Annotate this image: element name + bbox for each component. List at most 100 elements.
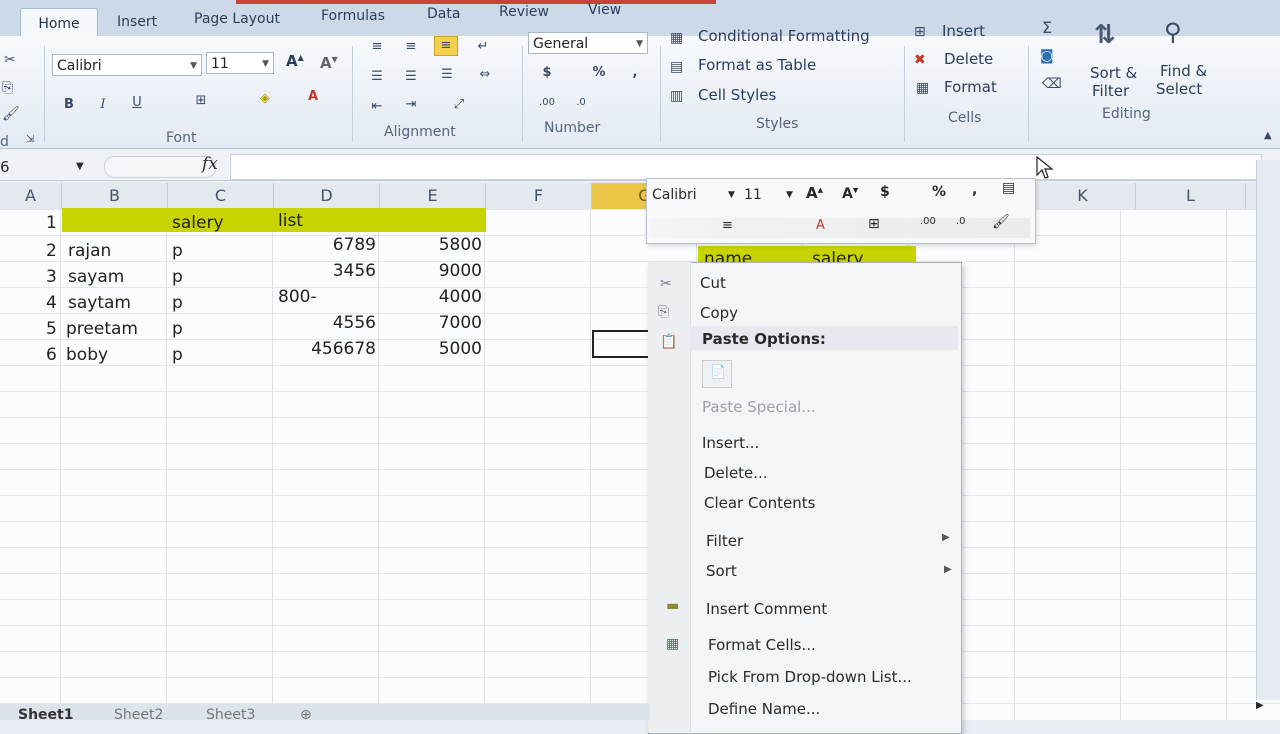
menu-item-filter[interactable]: Filter (706, 532, 743, 550)
cell-e3[interactable]: 9000 (380, 258, 482, 284)
format-painter-icon[interactable]: 🖌 (2, 106, 20, 122)
mini-increase-decimal-icon[interactable]: .00 (920, 216, 936, 227)
menu-item-clear-contents[interactable]: Clear Contents (704, 494, 815, 512)
cell-styles-button[interactable]: Cell Styles (698, 86, 776, 104)
column-header-f[interactable]: F (486, 183, 592, 209)
font-size-combo[interactable]: 11 ▼ (206, 52, 274, 74)
mini-grow-font-icon[interactable]: A▲ (806, 184, 823, 202)
sort-filter-label-2[interactable]: Filter (1092, 82, 1129, 100)
cell-c2[interactable]: p (172, 238, 183, 264)
formula-input[interactable] (230, 154, 1262, 180)
cell-b5[interactable]: preetam (66, 316, 138, 342)
mini-decrease-decimal-icon[interactable]: .0 (956, 216, 966, 227)
cell-d1[interactable]: list (278, 208, 303, 234)
comma-icon[interactable]: , (624, 64, 646, 82)
mini-format-painter-icon[interactable]: 🖌 (992, 214, 1010, 230)
menu-item-copy[interactable]: Copy (700, 304, 738, 322)
cell-e2[interactable]: 5800 (380, 232, 482, 258)
align-bottom-icon[interactable]: ≡ (434, 36, 458, 56)
mini-comma-icon[interactable]: , (972, 182, 977, 198)
tab-home[interactable]: Home (20, 8, 98, 39)
percent-icon[interactable]: % (588, 64, 610, 82)
sort-filter-label-1[interactable]: Sort & (1090, 64, 1137, 82)
menu-item-cut[interactable]: Cut (700, 274, 726, 292)
name-box[interactable]: 6 ▼ (0, 156, 92, 178)
scroll-right-icon[interactable]: ▶ (1256, 700, 1264, 711)
tab-view[interactable]: View (588, 2, 621, 18)
menu-item-pick-list[interactable]: Pick From Drop-down List... (708, 668, 912, 686)
cell-c5[interactable]: p (172, 316, 183, 342)
cell-b3[interactable]: sayam (68, 264, 124, 290)
cell-d6[interactable]: 456678 (274, 336, 376, 362)
active-cell[interactable] (592, 330, 652, 358)
font-color-icon[interactable]: A (302, 88, 324, 106)
cell-c3[interactable]: p (172, 264, 183, 290)
column-header-b[interactable]: B (62, 183, 168, 209)
align-left-icon[interactable]: ☰ (366, 68, 388, 86)
copy-icon[interactable]: ⎘ (2, 80, 13, 96)
menu-item-format-cells[interactable]: Format Cells... (708, 636, 816, 654)
insert-function-icon[interactable]: fx (202, 154, 218, 174)
row-number-1[interactable]: 1 (46, 210, 57, 236)
borders-icon[interactable]: ⊞ (190, 92, 212, 110)
column-header-l[interactable]: L (1136, 183, 1246, 209)
increase-indent-icon[interactable]: ⇥ (400, 96, 422, 114)
cell-e6[interactable]: 5000 (380, 336, 482, 362)
cell-c6[interactable]: p (172, 342, 183, 368)
increase-decimal-icon[interactable]: .00 (536, 94, 558, 112)
row-number-2[interactable]: 2 (46, 238, 57, 264)
cell-d4[interactable]: 800- (278, 284, 317, 310)
sheet-tab-1[interactable]: Sheet1 (18, 707, 73, 723)
paste-option-button[interactable]: 📄 (702, 360, 732, 388)
currency-icon[interactable]: $ (536, 64, 558, 82)
orientation-icon[interactable]: ⤢ (448, 96, 470, 114)
clear-icon[interactable]: ⌫ (1042, 76, 1062, 92)
column-header-a[interactable]: A (0, 183, 62, 209)
decrease-decimal-icon[interactable]: .0 (570, 94, 592, 112)
align-middle-icon[interactable]: ≡ (400, 38, 422, 56)
menu-item-delete[interactable]: Delete... (704, 464, 768, 482)
grow-font-button[interactable]: A▲ (286, 52, 304, 70)
menu-item-sort[interactable]: Sort (706, 562, 737, 580)
align-top-icon[interactable]: ≡ (366, 38, 388, 56)
mini-format-icon[interactable]: ▤ (1002, 180, 1015, 196)
tab-data[interactable]: Data (427, 6, 460, 22)
dialog-launcher-icon[interactable]: ⇲ (26, 134, 34, 145)
vertical-scrollbar[interactable] (1256, 160, 1280, 700)
cell-e4[interactable]: 4000 (380, 284, 482, 310)
shrink-font-button[interactable]: A▼ (320, 54, 338, 72)
cell-e5[interactable]: 7000 (380, 310, 482, 336)
tab-page-layout[interactable]: Page Layout (194, 11, 280, 27)
mini-currency-icon[interactable]: $ (880, 184, 890, 200)
cell-b4[interactable]: saytam (68, 290, 131, 316)
cut-icon[interactable]: ✂ (4, 52, 16, 68)
merge-center-icon[interactable]: ⇔ (474, 66, 496, 84)
bold-button[interactable]: B (58, 96, 80, 114)
cell-d2[interactable]: 6789 (274, 232, 376, 258)
row-number-5[interactable]: 5 (46, 316, 57, 342)
find-select-label-2[interactable]: Select (1156, 80, 1202, 98)
cell-d5[interactable]: 4556 (274, 310, 376, 336)
cell-b6[interactable]: boby (66, 342, 108, 368)
conditional-formatting-button[interactable]: Conditional Formatting (698, 27, 870, 45)
align-right-icon[interactable]: ☰ (436, 66, 458, 84)
collapse-ribbon-icon[interactable]: ▲ (1264, 130, 1272, 141)
cell-d3[interactable]: 3456 (274, 258, 376, 284)
fill-icon[interactable]: ◙ (1040, 48, 1054, 64)
cell-b2[interactable]: rajan (68, 238, 111, 264)
mini-font-color-icon[interactable]: A (816, 218, 825, 233)
italic-button[interactable]: I (92, 96, 114, 114)
tab-review[interactable]: Review (499, 4, 549, 20)
mini-font-name[interactable]: Calibri (652, 187, 697, 203)
column-header-c[interactable]: C (168, 183, 274, 209)
menu-item-paste-special[interactable]: Paste Special... (702, 398, 816, 416)
underline-button[interactable]: U (126, 94, 148, 112)
menu-item-define-name[interactable]: Define Name... (708, 700, 820, 718)
sheet-tab-3[interactable]: Sheet3 (206, 707, 255, 723)
sheet-tab-2[interactable]: Sheet2 (114, 707, 163, 723)
insert-cells-button[interactable]: Insert (942, 22, 985, 40)
menu-item-insert[interactable]: Insert... (702, 434, 759, 452)
worksheet-grid[interactable] (0, 209, 1280, 720)
mini-percent-icon[interactable]: % (932, 184, 946, 200)
format-cells-button[interactable]: Format (944, 78, 997, 96)
